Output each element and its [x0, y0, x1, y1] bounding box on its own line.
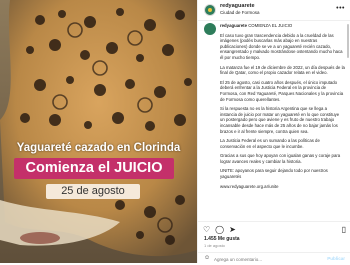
- publish-button[interactable]: Publicar: [327, 256, 345, 261]
- post-caption: redyaguarete COMIENZA EL JUICIO El caso …: [204, 23, 345, 221]
- heart-icon[interactable]: ♡: [203, 225, 210, 235]
- post-actions: ♡ ◯ ➤ ▯ 1.455 Me gusta 1 de agosto ☺ Pub…: [198, 221, 350, 264]
- caption-text: COMIENZA EL JUICIO: [248, 23, 293, 28]
- caption-paragraph: El caso tuvo gran trascendencia debido a…: [220, 32, 343, 60]
- comment-icon[interactable]: ◯: [215, 225, 224, 235]
- caption-paragraph: Si la respuesta no es la historia Argent…: [220, 106, 340, 134]
- caption-avatar[interactable]: [204, 23, 216, 35]
- caption-link[interactable]: www.redyaguarete.org.ar/unite: [220, 184, 345, 190]
- emoji-icon[interactable]: ☺: [204, 255, 210, 261]
- caption-paragraph: La matanza fue el 19 de diciembre de 202…: [220, 64, 345, 76]
- overlay-title: Yaguareté cazado en Clorinda: [16, 142, 181, 154]
- likes-count[interactable]: 1.455 Me gusta: [204, 236, 240, 242]
- comment-input[interactable]: [214, 255, 314, 263]
- username-link[interactable]: redyaguarete: [220, 3, 255, 9]
- comment-bar: ☺ Publicar: [198, 252, 350, 265]
- instagram-post-view: Yaguareté cazado en Clorinda Comienza el…: [0, 0, 350, 263]
- bookmark-icon[interactable]: ▯: [342, 225, 346, 235]
- caption-username[interactable]: redyaguarete: [220, 23, 247, 28]
- post-image[interactable]: Yaguareté cazado en Clorinda Comienza el…: [0, 0, 197, 263]
- caption-paragraph: El 25 de agosto, casi cuatro años despué…: [220, 79, 344, 102]
- overlay-highlight-banner: Comienza el JUICIO: [14, 158, 174, 179]
- caption-paragraph: UNITE: apoyanos para seguir dejando todo…: [220, 168, 328, 180]
- post-header: redyaguarete Ciudad de Formosa •••: [198, 0, 350, 21]
- location-link[interactable]: Ciudad de Formosa: [220, 10, 260, 15]
- caption-scrollbar[interactable]: [347, 24, 349, 58]
- caption-paragraph: La Justicia Federal es un sumando a las …: [220, 138, 320, 149]
- post-date: 1 de agosto: [204, 243, 225, 248]
- avatar[interactable]: [204, 4, 216, 16]
- more-options-icon[interactable]: •••: [336, 5, 345, 12]
- overlay-date-banner: 25 de agosto: [46, 184, 140, 199]
- jaguar-photo: [0, 0, 197, 263]
- share-icon[interactable]: ➤: [229, 225, 236, 235]
- caption-paragraph: Gracias a sus que hoy apoyan con igualan…: [220, 153, 341, 164]
- post-detail-panel: redyaguarete Ciudad de Formosa ••• redya…: [197, 0, 350, 263]
